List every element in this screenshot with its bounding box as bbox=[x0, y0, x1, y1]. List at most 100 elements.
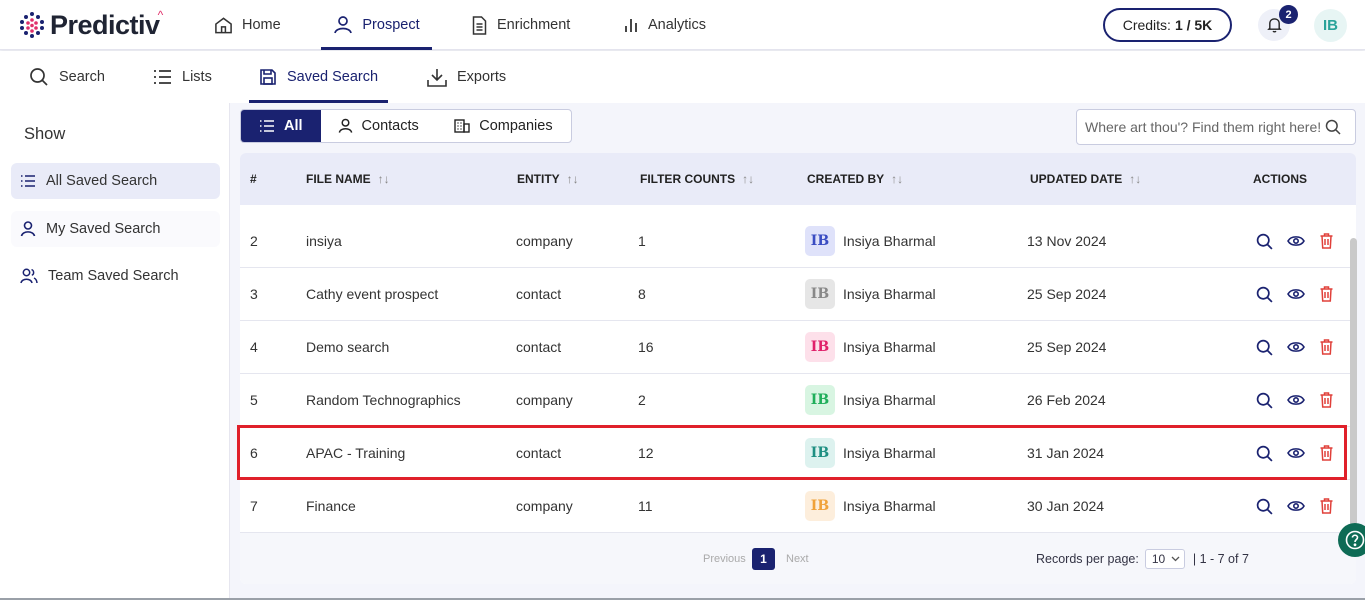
eye-icon[interactable] bbox=[1287, 287, 1305, 301]
trash-icon[interactable] bbox=[1319, 498, 1334, 514]
file-name-cell: Cathy event prospect bbox=[306, 286, 439, 302]
table-row[interactable]: 4 Demo search contact 16 IB Insiya Bharmal 25 … bbox=[240, 321, 1356, 374]
sidebar-item-my-saved-search[interactable]: My Saved Search bbox=[11, 211, 220, 247]
search-icon[interactable] bbox=[1256, 392, 1273, 409]
subnav-search[interactable]: Search bbox=[29, 51, 105, 103]
sort-icon[interactable]: ↑↓ bbox=[378, 172, 390, 186]
column-header-filter-counts[interactable]: FILTER COUNTS ↑↓ bbox=[640, 153, 754, 205]
nav-prospect[interactable]: Prospect bbox=[321, 0, 432, 50]
updated-date-cell: 25 Sep 2024 bbox=[1027, 339, 1107, 355]
page-number-button[interactable]: 1 bbox=[752, 548, 775, 570]
trash-icon[interactable] bbox=[1319, 392, 1334, 408]
entity-cell: company bbox=[516, 498, 573, 514]
records-per-page-value: 10 bbox=[1151, 552, 1166, 566]
eye-icon[interactable] bbox=[1287, 340, 1305, 354]
row-actions bbox=[1256, 427, 1334, 479]
tab-all[interactable]: All bbox=[241, 110, 321, 142]
updated-date-cell: 26 Feb 2024 bbox=[1027, 392, 1106, 408]
previous-page-button[interactable]: Previous bbox=[703, 533, 746, 584]
users-icon bbox=[20, 268, 38, 284]
subnav-lists[interactable]: Lists bbox=[153, 51, 212, 103]
creator-name: Insiya Bharmal bbox=[843, 445, 936, 461]
created-by-cell: IB Insiya Bharmal bbox=[805, 374, 936, 426]
table-row[interactable]: 7 Finance company 11 IB Insiya Bharmal 30 Jan … bbox=[240, 480, 1356, 533]
records-per-page: Records per page: 10 | 1 - 7 of 7 bbox=[1036, 533, 1249, 584]
subnav-exports-label: Exports bbox=[457, 69, 507, 85]
search-icon[interactable] bbox=[1256, 339, 1273, 356]
bar-chart-icon bbox=[625, 19, 637, 32]
sidebar-item-team-saved-search[interactable]: Team Saved Search bbox=[11, 258, 220, 294]
filter-counts-cell: 1 bbox=[638, 233, 646, 249]
row-number: 6 bbox=[250, 445, 258, 461]
tab-companies[interactable]: Companies bbox=[436, 110, 571, 142]
subnav-search-label: Search bbox=[59, 69, 105, 85]
column-header-updated-date[interactable]: UPDATED DATE ↑↓ bbox=[1030, 153, 1141, 205]
trash-icon[interactable] bbox=[1319, 286, 1334, 302]
subnav-saved-search-label: Saved Search bbox=[286, 69, 379, 85]
nav-analytics-label: Analytics bbox=[648, 17, 707, 33]
creator-name: Insiya Bharmal bbox=[843, 286, 936, 302]
sidebar-item-label: My Saved Search bbox=[46, 221, 161, 237]
search-icon[interactable] bbox=[1325, 119, 1341, 135]
records-per-page-select[interactable]: 10 bbox=[1144, 549, 1185, 569]
document-icon bbox=[472, 15, 487, 35]
sort-icon[interactable]: ↑↓ bbox=[1129, 172, 1141, 186]
filter-counts-cell: 8 bbox=[638, 286, 646, 302]
search-icon[interactable] bbox=[1256, 286, 1273, 303]
column-header-file-name[interactable]: FILE NAME ↑↓ bbox=[306, 153, 390, 205]
search-icon[interactable] bbox=[1256, 445, 1273, 462]
nav-enrichment[interactable]: Enrichment bbox=[471, 0, 570, 50]
trash-icon[interactable] bbox=[1319, 233, 1334, 249]
next-page-button[interactable]: Next bbox=[786, 533, 809, 584]
subnav-saved-search[interactable]: Saved Search bbox=[249, 51, 388, 103]
eye-icon[interactable] bbox=[1287, 499, 1305, 513]
column-header-created-by[interactable]: CREATED BY ↑↓ bbox=[807, 153, 903, 205]
eye-icon[interactable] bbox=[1287, 234, 1305, 248]
subnav-exports[interactable]: Exports bbox=[427, 51, 506, 103]
bell-icon bbox=[1266, 18, 1282, 33]
nav-analytics[interactable]: Analytics bbox=[623, 0, 706, 50]
updated-date-cell: 25 Sep 2024 bbox=[1027, 286, 1107, 302]
logo-accent-icon: ^ bbox=[157, 8, 164, 22]
table-row[interactable]: 3 Cathy event prospect contact 8 IB Insiya Bh… bbox=[240, 268, 1356, 321]
tab-contacts-label: Contacts bbox=[361, 118, 419, 134]
table-row[interactable]: 5 Random Technographics company 2 IB Insiya B… bbox=[240, 374, 1356, 427]
search-input[interactable] bbox=[1077, 119, 1325, 135]
creator-name: Insiya Bharmal bbox=[843, 392, 936, 408]
tab-all-label: All bbox=[283, 118, 303, 134]
eye-icon[interactable] bbox=[1287, 446, 1305, 460]
sort-icon[interactable]: ↑↓ bbox=[567, 172, 579, 186]
column-header-entity[interactable]: ENTITY ↑↓ bbox=[517, 153, 579, 205]
search-icon[interactable] bbox=[1256, 498, 1273, 515]
credits-badge[interactable]: Credits: 1 / 5K bbox=[1103, 8, 1232, 42]
avatar: IB bbox=[805, 332, 835, 362]
logo[interactable]: Predictiv ^ bbox=[18, 8, 164, 41]
list-icon bbox=[154, 70, 171, 84]
table-row[interactable]: 2 insiya company 1 IB Insiya Bharmal 13 Nov 20… bbox=[240, 215, 1356, 268]
table-row[interactable]: 6 APAC - Training contact 12 IB Insiya Bharma… bbox=[240, 427, 1356, 480]
scrollbar[interactable] bbox=[1350, 238, 1357, 538]
pagination-bar: Previous 1 Next Records per page: 10 | 1… bbox=[240, 532, 1356, 584]
search-icon[interactable] bbox=[1256, 233, 1273, 250]
sort-icon[interactable]: ↑↓ bbox=[891, 172, 903, 186]
trash-icon[interactable] bbox=[1319, 445, 1334, 461]
trash-icon[interactable] bbox=[1319, 339, 1334, 355]
row-actions bbox=[1256, 268, 1334, 320]
tab-contacts[interactable]: Contacts bbox=[321, 110, 436, 142]
nav-home-label: Home bbox=[242, 17, 281, 33]
file-name-cell: insiya bbox=[306, 233, 342, 249]
top-navbar: Predictiv ^ Home Prospect Enrichment Ana… bbox=[0, 0, 1365, 50]
sidebar-item-all-saved-search[interactable]: All Saved Search bbox=[11, 163, 220, 199]
sort-icon[interactable]: ↑↓ bbox=[742, 172, 754, 186]
eye-icon[interactable] bbox=[1287, 393, 1305, 407]
records-per-page-label: Records per page: bbox=[1036, 552, 1139, 566]
nav-home[interactable]: Home bbox=[214, 0, 281, 50]
credits-label: Credits: bbox=[1122, 17, 1171, 33]
user-icon bbox=[334, 16, 353, 34]
sidebar-item-label: All Saved Search bbox=[46, 173, 158, 189]
user-avatar[interactable]: IB bbox=[1314, 9, 1347, 42]
help-button[interactable] bbox=[1338, 523, 1365, 557]
avatar: IB bbox=[805, 385, 835, 415]
avatar: IB bbox=[805, 491, 835, 521]
search-icon bbox=[30, 68, 48, 86]
